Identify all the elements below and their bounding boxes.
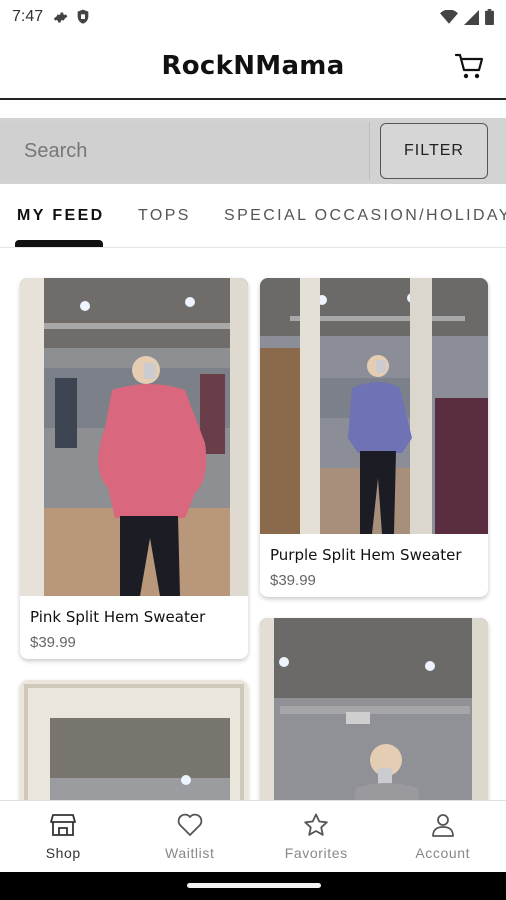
product-card[interactable] [20,680,248,800]
category-tabs: MY FEED TOPS SPECIAL OCCASION/HOLIDAY [0,190,506,248]
nav-account-label: Account [415,844,471,861]
filter-button[interactable]: FILTER [380,123,488,179]
nav-favorites-label: Favorites [284,844,348,861]
heart-icon [177,813,203,836]
product-feed: Pink Split Hem Sweater $39.99 Purple Spl… [0,248,506,800]
nav-favorites[interactable]: Favorites [253,801,380,872]
product-image [260,618,488,800]
product-card[interactable]: Purple Split Hem Sweater $39.99 [260,278,488,597]
star-icon [304,813,328,836]
app-header: RockNMama [0,34,506,100]
signal-icon [464,9,479,25]
nav-waitlist-label: Waitlist [165,844,215,861]
search-placeholder: Search [24,139,88,162]
wifi-icon [440,10,458,24]
active-tab-indicator [15,240,103,247]
status-bar: 7:47 [0,0,506,34]
product-price: $39.99 [270,572,316,589]
person-icon [431,813,454,837]
search-bar: Search FILTER [0,118,506,184]
product-name: Purple Split Hem Sweater [270,546,462,564]
product-image [260,278,488,534]
app-title: RockNMama [161,51,345,81]
search-input[interactable]: Search [0,122,370,180]
gear-icon [54,12,68,22]
product-card[interactable]: Pink Split Hem Sweater $39.99 [20,278,248,659]
system-navigation-area [0,872,506,900]
tab-my-feed[interactable]: MY FEED [17,207,105,225]
battery-icon [485,9,494,25]
tab-tops[interactable]: TOPS [138,207,191,225]
nav-account[interactable]: Account [380,801,506,872]
product-name: Pink Split Hem Sweater [30,608,206,626]
bottom-nav: Shop Waitlist Favorites Account [0,800,506,872]
shop-icon [50,813,77,836]
status-time: 7:47 [12,8,44,25]
gesture-handle[interactable] [187,883,321,888]
nav-shop-label: Shop [45,844,81,861]
product-card[interactable] [260,618,488,800]
product-price: $39.99 [30,634,76,651]
nav-shop[interactable]: Shop [0,801,127,872]
cart-icon[interactable] [454,50,486,82]
product-image [20,680,248,800]
shield-icon [77,9,89,24]
nav-waitlist[interactable]: Waitlist [127,801,254,872]
tab-special-occasion-holiday[interactable]: SPECIAL OCCASION/HOLIDAY [224,207,506,225]
product-image [20,278,248,596]
